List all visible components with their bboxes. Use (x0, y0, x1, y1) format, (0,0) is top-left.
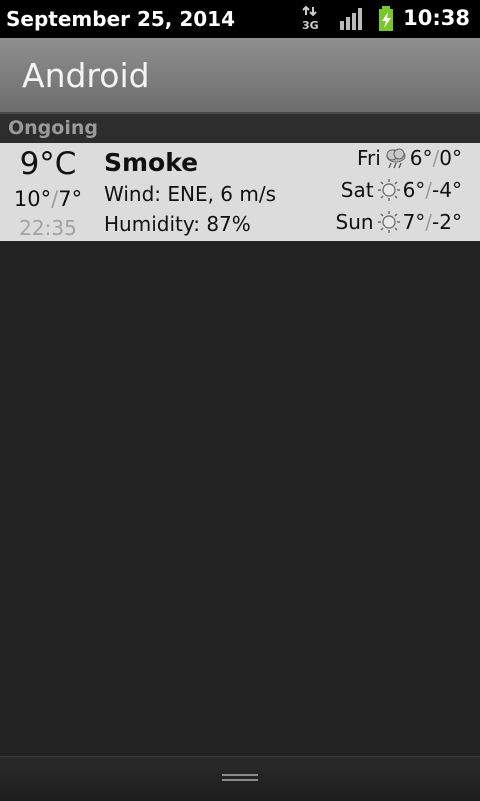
sun-icon (377, 211, 400, 233)
battery-charging-icon (379, 6, 393, 31)
notification-drawer-handle-bar[interactable] (0, 756, 480, 801)
weather-condition: Smoke (104, 148, 199, 177)
cloud-rain-icon (386, 148, 406, 169)
forecast-low: -4° (432, 178, 462, 202)
humidity-info: Humidity: 87% (104, 212, 251, 236)
network-3g-icon: 3G (302, 5, 319, 32)
range-separator: / (425, 210, 433, 234)
weather-notification[interactable]: 9°C 10°/7° 22:35 Smoke Wind: ENE, 6 m/s … (0, 143, 480, 241)
range-separator: / (432, 146, 440, 170)
forecast-low: -2° (432, 210, 462, 234)
forecast-high: 7° (402, 210, 426, 234)
forecast-row-fri: Fri 6°/0° (357, 143, 462, 173)
drag-handle-icon[interactable] (222, 774, 258, 783)
forecast-row-sun: Sun 7° / -2° (336, 207, 462, 237)
sun-icon (377, 179, 400, 201)
temperature-range: 10°/7° (0, 187, 96, 211)
forecast-day: Fri (356, 146, 381, 170)
section-label-ongoing: Ongoing (8, 117, 98, 139)
status-icons: 3G (302, 5, 393, 32)
page-title: Android (22, 56, 150, 95)
network-3g-label: 3G (302, 19, 319, 32)
forecast-high: 6° (409, 146, 433, 170)
title-bar: Android (0, 38, 480, 114)
forecast-day: Sat (340, 178, 374, 202)
range-separator: / (425, 178, 433, 202)
current-temperature: 9°C (19, 146, 77, 182)
update-time: 22:35 (19, 216, 77, 240)
section-header: Ongoing (0, 114, 480, 143)
status-time: 10:38 (403, 6, 470, 30)
forecast-low: 0° (439, 146, 462, 170)
forecast-high: 6° (402, 178, 426, 202)
today-low: 7° (58, 187, 83, 211)
signal-icon (340, 8, 362, 30)
wind-info: Wind: ENE, 6 m/s (104, 182, 277, 206)
today-high: 10° (13, 187, 52, 211)
status-date: September 25, 2014 (6, 7, 236, 31)
forecast-day: Sun (335, 210, 374, 234)
status-bar: September 25, 2014 3G 10:38 (0, 0, 480, 38)
forecast-row-sat: Sat 6° / -4° (341, 175, 462, 205)
